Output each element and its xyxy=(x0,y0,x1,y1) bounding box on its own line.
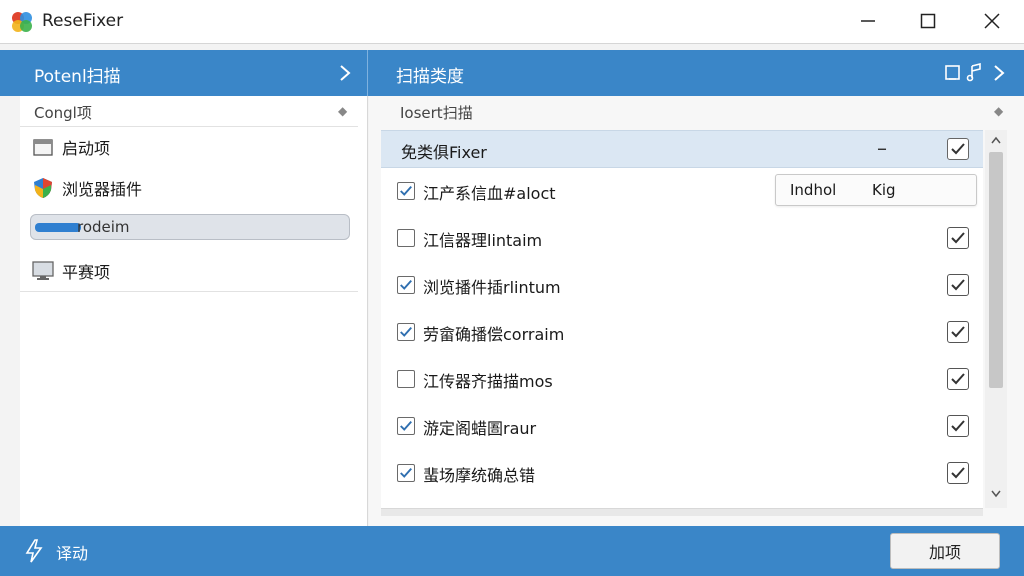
item-label: 浏览播件插rlintum xyxy=(423,278,561,297)
sidebar-item-selected[interactable]: rodeim xyxy=(30,214,350,240)
collapse-icon[interactable]: – xyxy=(877,136,887,160)
checkmark-icon xyxy=(951,279,965,291)
minimize-button[interactable] xyxy=(848,6,888,36)
checkmark-icon xyxy=(400,467,412,478)
item-enabled-checkbox[interactable] xyxy=(947,368,969,390)
header-band: Potenl扫描 扫描类度 xyxy=(0,50,1024,96)
close-button[interactable] xyxy=(972,6,1012,36)
minimize-icon xyxy=(861,20,875,22)
divider xyxy=(20,126,358,127)
item-enabled-checkbox[interactable] xyxy=(947,274,969,296)
item-enabled-checkbox[interactable] xyxy=(947,462,969,484)
checkmark-icon xyxy=(400,326,412,337)
close-icon xyxy=(984,13,1000,29)
list-item[interactable]: 游定阁蜡圄raur xyxy=(381,403,983,450)
item-checkbox[interactable] xyxy=(397,417,415,435)
sidebar-item-browser-plugins[interactable]: 浏览器插件 xyxy=(32,173,142,203)
scroll-up-icon[interactable] xyxy=(991,136,1001,144)
right-panel: Iosert扫描 ◆ 免类俱Fixer – 浏览器添描t/ias 蜚场摩统确总错游… xyxy=(369,96,1024,526)
right-section-title: Iosert扫描 xyxy=(400,104,473,122)
item-checkbox[interactable] xyxy=(397,276,415,294)
item-checkbox[interactable] xyxy=(397,464,415,482)
item-enabled-checkbox[interactable] xyxy=(947,321,969,343)
left-panel-header[interactable]: Potenl扫描 xyxy=(0,50,368,96)
checkmark-icon xyxy=(951,373,965,385)
item-checkbox[interactable] xyxy=(397,370,415,388)
left-panel-header-title: Potenl扫描 xyxy=(34,67,121,87)
item-enabled-checkbox[interactable] xyxy=(947,227,969,249)
shield-icon xyxy=(32,177,54,199)
sidebar-item-label: 浏览器插件 xyxy=(62,180,143,199)
sidebar-item-label: 平赛项 xyxy=(62,263,111,282)
item-label: 劳畲确播偿corraim xyxy=(423,325,565,344)
status-text: 译动 xyxy=(56,544,89,563)
music-note-icon[interactable] xyxy=(966,63,984,83)
item-label: 江信器理lintaim xyxy=(423,231,543,250)
list-item[interactable]: 江信器理lintaim xyxy=(381,215,983,262)
checkmark-icon xyxy=(951,420,965,432)
diamond-icon: ◆ xyxy=(338,104,348,118)
vertical-scrollbar[interactable] xyxy=(985,130,1007,508)
popup-col2: Kig xyxy=(872,181,896,199)
item-checkbox[interactable] xyxy=(397,182,415,200)
checkmark-icon xyxy=(400,420,412,431)
item-label: 蜚场摩统确总错 xyxy=(423,466,536,485)
checkmark-icon xyxy=(951,326,965,338)
group-title: 免类俱Fixer xyxy=(401,143,487,162)
bookmark-icon[interactable] xyxy=(944,64,962,82)
column-popup[interactable]: Indhol Kig xyxy=(775,174,977,206)
checkmark-icon xyxy=(400,279,412,290)
right-panel-header-title: 扫描类度 xyxy=(396,67,464,87)
title-bar: ReseFixer xyxy=(0,0,1024,44)
scroll-down-icon[interactable] xyxy=(991,490,1001,498)
sidebar-item-startup[interactable]: 启动项 xyxy=(32,132,110,162)
add-item-button[interactable]: 加项 xyxy=(890,533,1000,569)
checkmark-icon xyxy=(951,232,965,244)
list-item[interactable]: 蜚场摩统确总错 xyxy=(381,450,983,497)
item-label: 江传器齐描描mos xyxy=(423,372,553,391)
item-label: 游定阁蜡圄raur xyxy=(423,419,537,438)
horizontal-scrollbar[interactable] xyxy=(381,508,983,516)
chevron-right-icon[interactable] xyxy=(992,64,1006,82)
item-checkbox[interactable] xyxy=(397,323,415,341)
scan-item-list: 浏览器添描t/ias 蜚场摩统确总错游定阁蜡圄raur 江传器齐描描mos 劳畲确播偿… xyxy=(381,168,983,508)
list-item[interactable]: 劳畲确播偿corraim xyxy=(381,309,983,356)
checkmark-icon xyxy=(400,185,412,196)
list-item[interactable]: 浏览器添描t/ias xyxy=(381,497,983,508)
list-item[interactable]: 江传器齐描描mos xyxy=(381,356,983,403)
diamond-icon: ◆ xyxy=(994,104,1004,118)
item-label: 江产系信血#aloct xyxy=(423,184,556,203)
item-checkbox[interactable] xyxy=(397,229,415,247)
checkmark-icon xyxy=(951,143,965,155)
progress-bar xyxy=(35,223,81,232)
list-item[interactable]: 浏览播件插rlintum xyxy=(381,262,983,309)
scan-group-header[interactable]: 免类俱Fixer – xyxy=(381,130,983,168)
scroll-thumb[interactable] xyxy=(989,152,1003,388)
left-section-title: Congl项 xyxy=(34,104,92,122)
maximize-icon xyxy=(920,13,936,29)
checkmark-icon xyxy=(951,467,965,479)
app-logo-icon xyxy=(12,12,32,32)
lightning-icon xyxy=(25,539,43,563)
chevron-right-icon[interactable] xyxy=(338,64,352,82)
left-panel: Congl项 ◆ 启动项 浏览器插件 rodeim 平赛项 xyxy=(20,96,368,526)
popup-col1: Indhol xyxy=(790,181,837,199)
sidebar-item-label: 启动项 xyxy=(62,139,111,158)
divider xyxy=(20,291,358,292)
monitor-icon xyxy=(32,260,54,282)
item-enabled-checkbox[interactable] xyxy=(947,415,969,437)
sidebar-item-label: rodeim xyxy=(77,218,130,236)
group-checkbox[interactable] xyxy=(947,138,969,160)
app-title: ReseFixer xyxy=(42,11,124,31)
sidebar-item-misc[interactable]: 平赛项 xyxy=(32,256,110,286)
calendar-icon xyxy=(32,136,54,158)
maximize-button[interactable] xyxy=(908,6,948,36)
bottom-bar: 译动 加项 xyxy=(0,526,1024,576)
